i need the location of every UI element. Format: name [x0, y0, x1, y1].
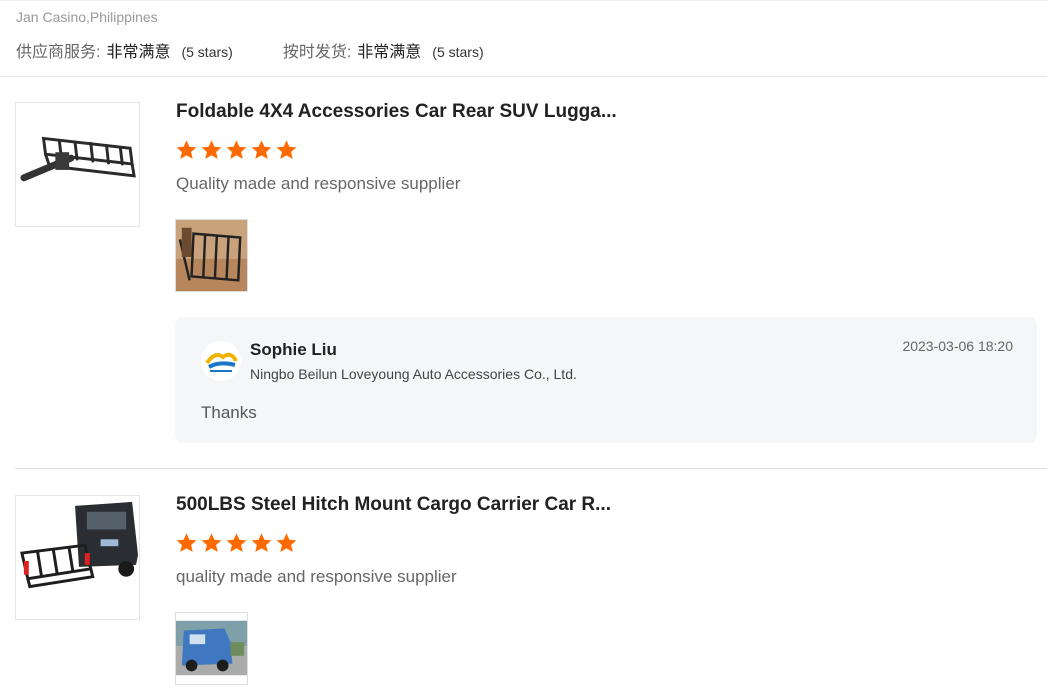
- reply-author-name: Sophie Liu: [250, 340, 337, 359]
- supplier-service-rating: 供应商服务: 非常满意 (5 stars): [16, 38, 233, 62]
- rating-value: 非常满意: [106, 44, 171, 61]
- review-photo-image: [176, 613, 247, 684]
- star-icon: [176, 140, 197, 159]
- reply-date: 2023-03-06 18:20: [902, 338, 1013, 354]
- star-icon: [201, 140, 222, 159]
- star-icon: [251, 533, 272, 552]
- buyer-location: Jan Casino,Philippines: [16, 9, 158, 25]
- rating-stars-text: (5 stars): [432, 44, 484, 60]
- review-stars: [175, 139, 298, 161]
- review-photo[interactable]: [175, 612, 248, 685]
- star-icon: [276, 533, 297, 552]
- rating-summary: 供应商服务: 非常满意 (5 stars) 按时发货: 非常满意 (5 star…: [16, 38, 534, 62]
- star-icon: [276, 140, 297, 159]
- rating-stars-text: (5 stars): [181, 44, 233, 60]
- loveyoung-logo-icon: [201, 341, 241, 381]
- rating-label: 供应商服务:: [16, 44, 101, 61]
- star-icon: [201, 533, 222, 552]
- on-time-shipping-rating: 按时发货: 非常满意 (5 stars): [283, 38, 484, 62]
- review-photo[interactable]: [175, 219, 248, 292]
- cargo-carrier-image: [16, 496, 139, 619]
- product-thumbnail[interactable]: [15, 495, 140, 620]
- cargo-carrier-image: [16, 103, 139, 226]
- review-divider: [15, 468, 1047, 469]
- product-thumbnail[interactable]: [15, 102, 140, 227]
- star-icon: [226, 533, 247, 552]
- rating-value: 非常满意: [357, 44, 422, 61]
- review-header: Jan Casino,Philippines 供应商服务: 非常满意 (5 st…: [0, 0, 1047, 77]
- review-stars: [175, 532, 298, 554]
- product-title[interactable]: Foldable 4X4 Accessories Car Rear SUV Lu…: [176, 101, 617, 123]
- product-title[interactable]: 500LBS Steel Hitch Mount Cargo Carrier C…: [176, 494, 611, 516]
- star-icon: [176, 533, 197, 552]
- review-photo-image: [176, 220, 247, 291]
- star-icon: [251, 140, 272, 159]
- reply-company[interactable]: Ningbo Beilun Loveyoung Auto Accessories…: [250, 366, 577, 382]
- reply-message: Thanks: [201, 403, 257, 422]
- supplier-reply: Sophie Liu Ningbo Beilun Loveyoung Auto …: [175, 317, 1037, 443]
- review-comment: quality made and responsive supplier: [176, 567, 457, 586]
- star-icon: [226, 140, 247, 159]
- review-comment: Quality made and responsive supplier: [176, 174, 461, 193]
- rating-label: 按时发货:: [282, 44, 352, 61]
